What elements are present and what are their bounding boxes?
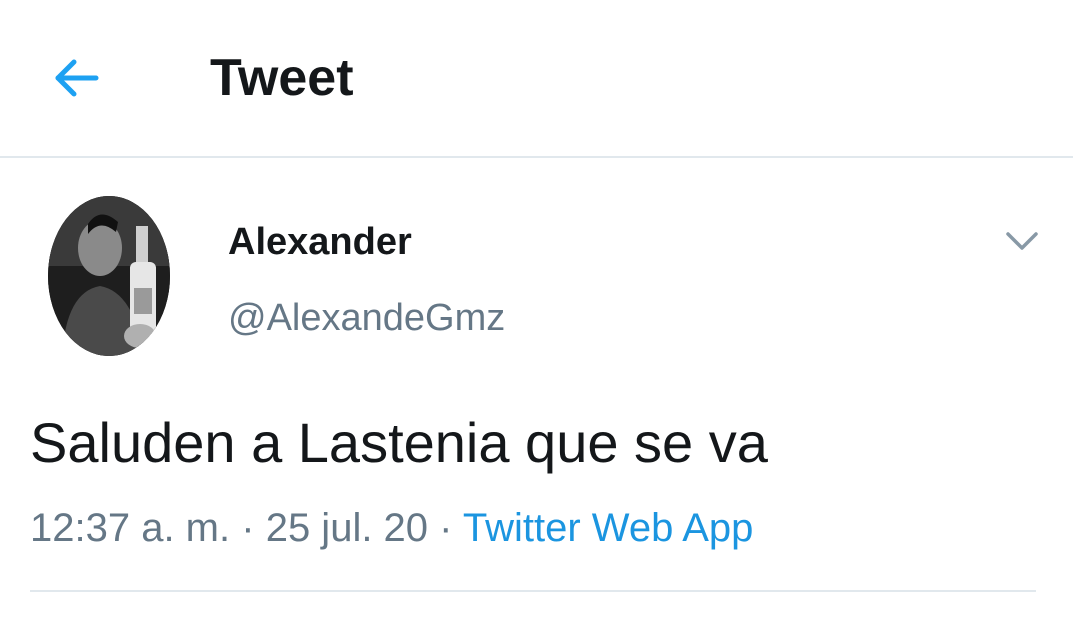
tweet-source-link[interactable]: Twitter Web App: [463, 506, 754, 550]
divider: [30, 590, 1036, 592]
page-title: Tweet: [210, 49, 354, 107]
author-handle[interactable]: @AlexandeGmz: [228, 294, 505, 342]
meta-separator: ·: [439, 506, 453, 550]
tweet-metadata: 12:37 a. m. · 25 jul. 20 · Twitter Web A…: [30, 502, 753, 554]
tweet-text: Saluden a Lastenia que se va: [30, 411, 768, 474]
chevron-down-icon: [1006, 232, 1038, 250]
meta-separator: ·: [241, 506, 255, 550]
tweet-date: 25 jul. 20: [265, 506, 429, 550]
top-app-bar: Tweet: [0, 0, 1073, 158]
avatar[interactable]: [48, 196, 170, 356]
author-display-name[interactable]: Alexander: [228, 218, 412, 266]
back-button[interactable]: [44, 46, 108, 110]
profile-photo: [48, 196, 170, 356]
tweet-time: 12:37 a. m.: [30, 506, 231, 550]
arrow-left-icon: [55, 59, 99, 97]
tweet-options-button[interactable]: [998, 218, 1046, 266]
